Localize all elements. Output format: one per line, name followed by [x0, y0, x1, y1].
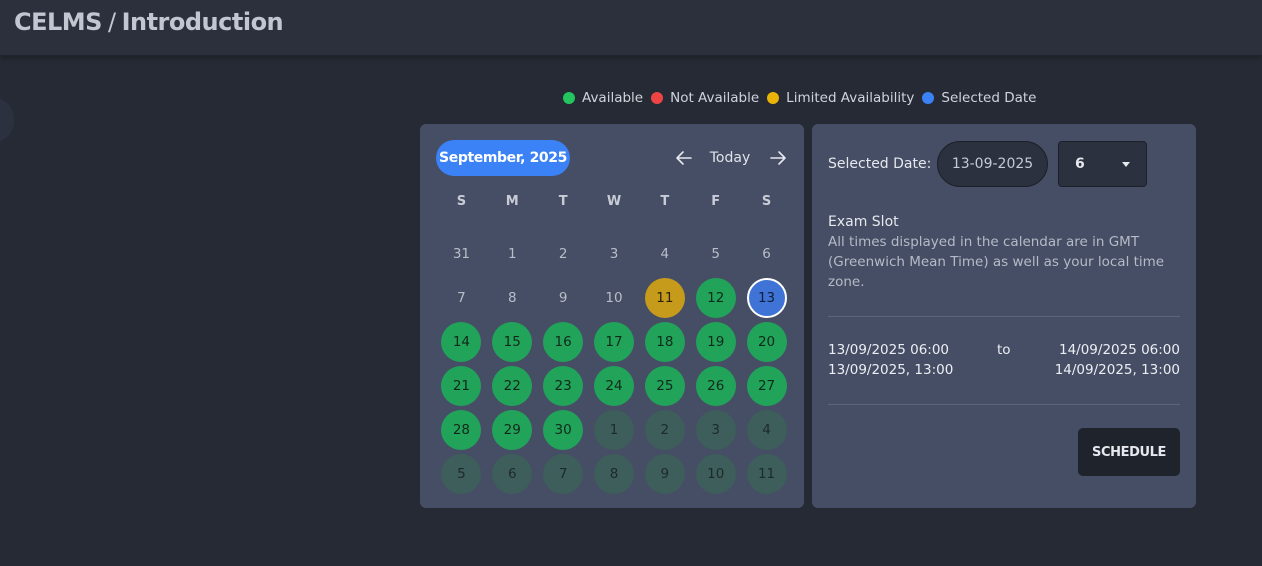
- exam-slot-description: All times displayed in the calendar are …: [828, 234, 1165, 290]
- calendar-day-next-month[interactable]: 11: [746, 454, 787, 494]
- booking-panel: Selected Date: 13-09-2025 6 Exam Slot Al…: [812, 124, 1196, 508]
- calendar-day-outside: 9: [558, 290, 568, 306]
- prev-month-button[interactable]: [672, 146, 696, 170]
- calendar-day-outside: 3: [609, 246, 619, 262]
- weekday-label: M: [505, 194, 519, 209]
- calendar-day-next-month[interactable]: 7: [543, 454, 584, 494]
- sidebar-toggle[interactable]: [0, 98, 14, 142]
- calendar-day-next-month[interactable]: 4: [746, 410, 787, 450]
- calendar-day-available[interactable]: 17: [593, 322, 634, 362]
- availability-legend: Available Not Available Limited Availabi…: [563, 89, 1036, 107]
- calendar-day-next-month[interactable]: 9: [644, 454, 685, 494]
- calendar-day-available[interactable]: 21: [441, 366, 482, 406]
- legend-label: Not Available: [670, 90, 760, 106]
- weekday-label: T: [558, 194, 568, 209]
- weekday-label: F: [711, 194, 721, 209]
- legend-dot-icon: [767, 92, 780, 104]
- calendar-day-next-month[interactable]: 1: [593, 410, 634, 450]
- weekday-header: SMTWTFS: [436, 194, 792, 209]
- calendar-day-available[interactable]: 23: [543, 366, 584, 406]
- breadcrumb-page: Introduction: [121, 8, 284, 36]
- legend-dot-icon: [563, 92, 575, 104]
- calendar-day-available[interactable]: 16: [543, 322, 584, 362]
- calendar-day-available[interactable]: 15: [492, 322, 533, 362]
- calendar-day-outside: 6: [762, 246, 771, 262]
- hour-select[interactable]: 6: [1058, 141, 1147, 187]
- calendar-day-outside: 5: [711, 246, 720, 262]
- legend-item-selected: Selected Date: [922, 90, 1036, 106]
- legend-item-limited: Limited Availability: [767, 90, 914, 106]
- schedule-button[interactable]: SCHEDULE: [1078, 428, 1180, 476]
- calendar-day-outside: 1: [507, 246, 517, 262]
- slot-start-times: 13/09/2025 06:00 13/09/2025, 13:00: [828, 340, 953, 380]
- weekday-label: S: [761, 194, 772, 209]
- selected-date-input[interactable]: 13-09-2025: [937, 141, 1048, 187]
- calendar-day-next-month[interactable]: 8: [593, 454, 634, 494]
- calendar-day-next-month[interactable]: 6: [492, 454, 533, 494]
- calendar-day-outside: 8: [507, 290, 517, 306]
- arrow-left-icon: [676, 151, 692, 165]
- weekday-label: T: [660, 194, 670, 209]
- weekday-label: W: [606, 194, 622, 209]
- legend-label: Selected Date: [941, 90, 1037, 106]
- day-grid: 31 1 2 3 4 5 6 7 8 9 10 11 12 13 14 15 16 17 18 19 20 21 22 23 2…: [436, 232, 792, 496]
- calendar-day-available[interactable]: 19: [695, 322, 736, 362]
- legend-label: Available: [582, 90, 644, 106]
- slot-start-gmt: 13/09/2025 06:00: [828, 342, 950, 358]
- calendar-day-available[interactable]: 22: [492, 366, 533, 406]
- calendar-day-outside: 2: [558, 246, 568, 262]
- breadcrumb-app[interactable]: CELMS: [14, 8, 102, 36]
- breadcrumb-separator: /: [107, 8, 116, 36]
- month-label[interactable]: September, 2025: [436, 140, 570, 176]
- divider: [828, 316, 1180, 317]
- slot-to-label: to: [997, 342, 1011, 358]
- legend-label: Limited Availability: [786, 90, 915, 106]
- caret-down-icon: [1122, 162, 1130, 167]
- calendar-day-available[interactable]: 12: [695, 278, 736, 318]
- legend-dot-icon: [651, 92, 664, 104]
- next-month-button[interactable]: [766, 146, 790, 170]
- legend-item-available: Available: [563, 90, 643, 106]
- exam-slot-title: Exam Slot: [828, 214, 899, 230]
- today-button[interactable]: Today: [704, 146, 756, 170]
- selected-date-label: Selected Date:: [828, 156, 932, 172]
- calendar-day-available[interactable]: 27: [746, 366, 787, 406]
- calendar-day-limited[interactable]: 11: [644, 278, 685, 318]
- calendar-day-available[interactable]: 24: [593, 366, 634, 406]
- calendar-day-outside: 10: [605, 290, 623, 306]
- calendar-day-available[interactable]: 14: [441, 322, 482, 362]
- calendar-day-next-month[interactable]: 3: [695, 410, 736, 450]
- calendar-panel: September, 2025 Today SMTWTFS 31 1 2 3 4 5 6 7 8…: [420, 124, 804, 508]
- calendar-day-outside: 31: [452, 246, 471, 262]
- breadcrumb: CELMS / Introduction: [14, 8, 284, 36]
- calendar-day-available[interactable]: 26: [695, 366, 736, 406]
- calendar-day-next-month[interactable]: 2: [644, 410, 685, 450]
- slot-end-gmt: 14/09/2025 06:00: [1058, 342, 1180, 358]
- calendar-day-available[interactable]: 30: [543, 410, 584, 450]
- hour-select-value: 6: [1075, 156, 1085, 172]
- calendar-day-next-month[interactable]: 10: [695, 454, 736, 494]
- legend-dot-icon: [922, 92, 935, 104]
- arrow-right-icon: [770, 151, 786, 165]
- slot-end-local: 14/09/2025, 13:00: [1054, 362, 1180, 378]
- calendar-day-selected[interactable]: 13: [746, 278, 787, 318]
- legend-item-not-available: Not Available: [651, 90, 759, 106]
- calendar-day-outside: 4: [660, 246, 670, 262]
- calendar-day-next-month[interactable]: 5: [441, 454, 482, 494]
- slot-end-times: 14/09/2025 06:00 14/09/2025, 13:00: [1055, 340, 1180, 380]
- divider: [828, 404, 1180, 405]
- calendar-day-available[interactable]: 28: [441, 410, 482, 450]
- calendar-day-available[interactable]: 20: [746, 322, 787, 362]
- calendar-day-available[interactable]: 25: [644, 366, 685, 406]
- weekday-label: S: [456, 194, 467, 209]
- top-bar: CELMS / Introduction: [0, 0, 1262, 56]
- calendar-day-available[interactable]: 29: [492, 410, 533, 450]
- calendar-day-available[interactable]: 18: [644, 322, 685, 362]
- slot-start-local: 13/09/2025, 13:00: [828, 362, 954, 378]
- calendar-day-outside: 7: [457, 290, 466, 306]
